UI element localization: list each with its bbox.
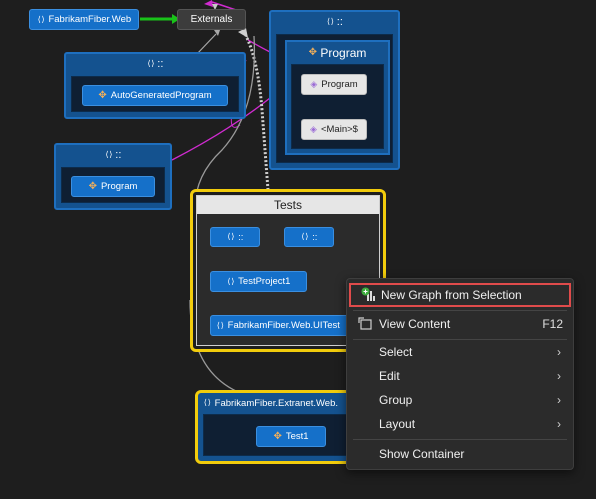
node-label: Program bbox=[100, 181, 138, 192]
node-label: AutoGeneratedProgram bbox=[110, 90, 212, 101]
menu-item-edit[interactable]: Edit › bbox=[347, 364, 573, 388]
class-icon: ✥ bbox=[98, 89, 107, 101]
node-namespace-2[interactable]: ⟨⟩:: bbox=[284, 227, 334, 247]
menu-separator bbox=[353, 439, 567, 440]
node-label: Externals bbox=[190, 14, 233, 25]
class-member-icon: ◈ bbox=[310, 79, 318, 89]
node-program-class[interactable]: ◈ Program bbox=[301, 74, 367, 95]
namespace-icon: ⟨⟩ bbox=[226, 232, 236, 241]
method-icon: ◈ bbox=[310, 124, 317, 134]
view-content-icon bbox=[357, 316, 373, 332]
group-header: ⟨⟩ FabrikamFiber.Extranet.Web. bbox=[203, 397, 339, 409]
node-main-method[interactable]: ◈ <Main>$ bbox=[301, 119, 367, 140]
node-label: <Main>$ bbox=[320, 124, 358, 135]
menu-item-label: View Content bbox=[379, 317, 451, 331]
class-group-program[interactable]: ✥ Program ◈ Program ◈ <Main>$ bbox=[285, 40, 390, 155]
node-fabrikamfiber-web[interactable]: ⟨⟩ FabrikamFiber.Web bbox=[29, 9, 139, 30]
menu-item-layout[interactable]: Layout › bbox=[347, 412, 573, 436]
tests-group-header: Tests bbox=[197, 196, 379, 214]
chevron-right-icon: › bbox=[557, 369, 561, 383]
node-namespace-1[interactable]: ⟨⟩:: bbox=[210, 227, 260, 247]
namespace-icon: ⟨⟩ bbox=[300, 232, 310, 241]
namespace-group-program-left[interactable]: ⟨⟩ :: ✥ Program bbox=[54, 143, 172, 210]
group-header: ⟨⟩ :: bbox=[104, 149, 122, 161]
node-fabrikamfiber-web-uitest[interactable]: ⟨⟩ FabrikamFiber.Web.UITest bbox=[210, 315, 356, 336]
group-header: ✥ Program bbox=[308, 46, 367, 60]
namespace-icon: ⟨⟩ bbox=[203, 398, 212, 407]
menu-item-select[interactable]: Select › bbox=[347, 340, 573, 364]
class-icon: ✥ bbox=[88, 180, 97, 192]
chevron-right-icon: › bbox=[557, 417, 561, 431]
menu-item-label: Edit bbox=[379, 369, 400, 383]
menu-item-label: Show Container bbox=[379, 447, 465, 461]
namespace-icon: ⟨⟩ bbox=[104, 150, 114, 159]
node-externals[interactable]: Externals bbox=[177, 9, 246, 30]
menu-item-label: New Graph from Selection bbox=[381, 288, 522, 302]
group-header: ⟨⟩ :: bbox=[146, 58, 164, 70]
menu-item-label: Group bbox=[379, 393, 413, 407]
class-icon: ✥ bbox=[273, 430, 282, 442]
group-header: ⟨⟩ :: bbox=[326, 16, 343, 28]
node-label: FabrikamFiber.Web bbox=[48, 14, 132, 25]
node-label: TestProject1 bbox=[238, 276, 291, 287]
namespace-icon: ⟨⟩ bbox=[326, 17, 335, 26]
menu-item-show-container[interactable]: Show Container bbox=[347, 442, 573, 466]
node-test1[interactable]: ✥ Test1 bbox=[256, 426, 326, 447]
namespace-group-program-right[interactable]: ⟨⟩ :: ✥ Program ◈ Program ◈ <Main>$ bbox=[269, 10, 400, 170]
chevron-right-icon: › bbox=[557, 393, 561, 407]
node-label: Test1 bbox=[285, 431, 309, 442]
menu-item-label: Layout bbox=[379, 417, 416, 431]
menu-item-label: Select bbox=[379, 345, 413, 359]
extranet-group[interactable]: ⟨⟩ FabrikamFiber.Extranet.Web. ✥ Test1 bbox=[195, 390, 355, 464]
node-label: FabrikamFiber.Web.UITest bbox=[227, 320, 340, 331]
menu-item-group[interactable]: Group › bbox=[347, 388, 573, 412]
menu-item-shortcut: F12 bbox=[542, 317, 563, 331]
node-testproject1[interactable]: ⟨⟩ TestProject1 bbox=[210, 271, 307, 292]
namespace-icon: ⟨⟩ bbox=[36, 14, 46, 24]
namespace-icon: ⟨⟩ bbox=[226, 276, 236, 286]
namespace-group-autogenerated[interactable]: ⟨⟩ :: ✥ AutoGeneratedProgram bbox=[64, 52, 246, 119]
class-icon: ✥ bbox=[308, 47, 318, 58]
namespace-icon: ⟨⟩ bbox=[146, 59, 156, 68]
namespace-icon: ⟨⟩ bbox=[216, 320, 225, 330]
node-program-left[interactable]: ✥ Program bbox=[71, 176, 155, 197]
chevron-right-icon: › bbox=[557, 345, 561, 359]
new-graph-icon bbox=[361, 287, 377, 303]
node-autogeneratedprogram[interactable]: ✥ AutoGeneratedProgram bbox=[82, 85, 228, 106]
context-menu: New Graph from Selection View Content F1… bbox=[346, 278, 574, 470]
menu-separator bbox=[353, 310, 567, 311]
menu-item-view-content[interactable]: View Content F12 bbox=[347, 312, 573, 336]
menu-item-new-graph-from-selection[interactable]: New Graph from Selection bbox=[349, 283, 571, 307]
node-label: Program bbox=[321, 79, 358, 90]
